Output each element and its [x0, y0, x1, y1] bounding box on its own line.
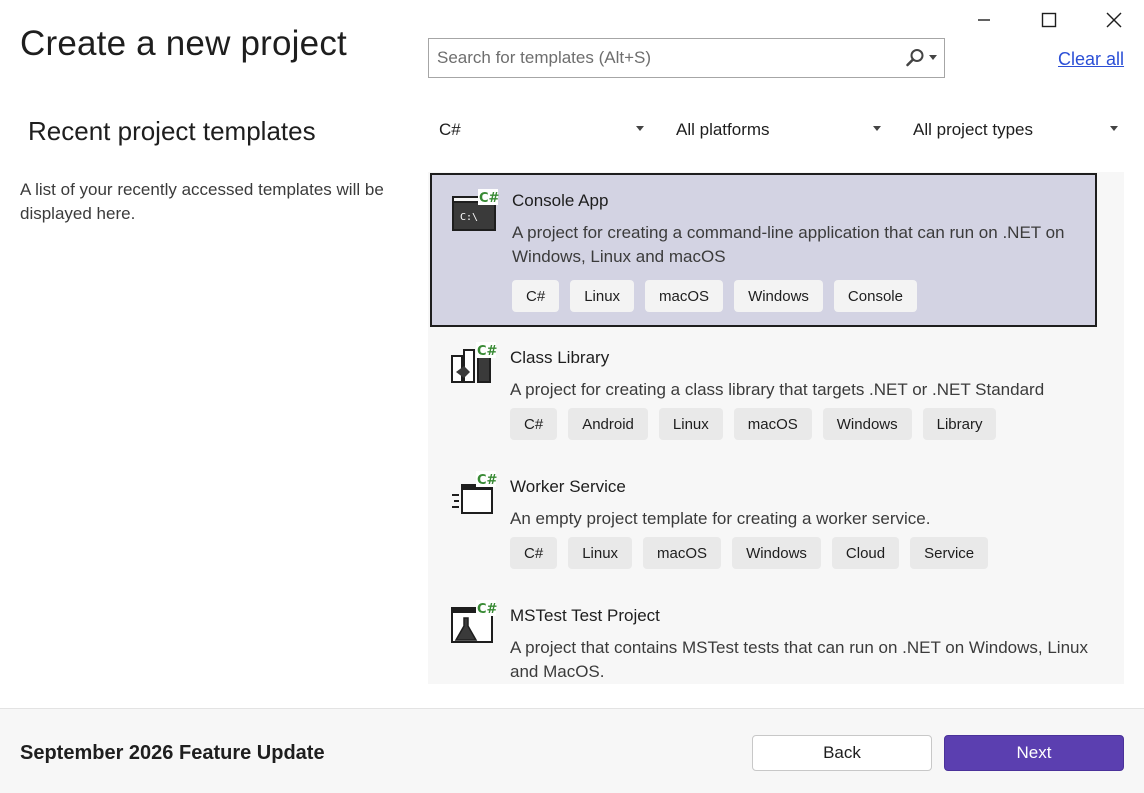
recent-templates-heading: Recent project templates [28, 116, 316, 146]
chevron-down-icon [873, 126, 881, 131]
template-title: Class Library [510, 348, 610, 367]
language-filter[interactable]: C# [439, 116, 644, 144]
template-tags: C# Linux macOS Windows Cloud Service [510, 537, 989, 569]
template-title: Worker Service [510, 477, 626, 496]
close-icon [1106, 12, 1122, 28]
tag: Linux [568, 537, 633, 569]
tag: Library [922, 408, 997, 440]
mstest-icon: C# [451, 600, 498, 643]
template-list[interactable]: C:\ C# Console App A project for creatin… [428, 172, 1124, 684]
next-button[interactable]: Next [944, 735, 1124, 771]
recent-templates-description: A list of your recently accessed templat… [20, 180, 384, 223]
tag: Service [910, 537, 989, 569]
project-type-filter-value: All project types [913, 120, 1033, 139]
worker-service-icon: C# [452, 471, 498, 514]
maximize-button[interactable] [1027, 4, 1071, 36]
feature-update-label: September 2026 Feature Update [20, 742, 325, 764]
console-app-icon: C:\ C# [452, 189, 500, 231]
svg-text:C#: C# [479, 191, 500, 206]
tag: Windows [732, 537, 821, 569]
template-description: An empty project template for creating a… [510, 509, 931, 528]
tag: C# [510, 537, 558, 569]
language-filter-value: C# [439, 120, 461, 139]
page-title: Create a new project [20, 24, 347, 63]
svg-text:C#: C# [477, 344, 498, 359]
template-tags: C# Android Linux macOS Windows Library [510, 408, 997, 440]
tag: macOS [643, 537, 722, 569]
template-item-console-app[interactable]: C:\ C# Console App A project for creatin… [430, 173, 1097, 327]
chevron-down-icon [636, 126, 644, 131]
maximize-icon [1041, 12, 1057, 28]
tag: Console [833, 280, 917, 312]
close-button[interactable] [1092, 4, 1136, 36]
minimize-icon [978, 19, 990, 21]
svg-text:C#: C# [477, 473, 498, 488]
tag: C# [512, 280, 560, 312]
template-title: Console App [512, 191, 609, 210]
chevron-down-icon [1110, 126, 1118, 131]
tag: Cloud [831, 537, 900, 569]
tag: C# [510, 408, 558, 440]
tag: Android [568, 408, 648, 440]
chevron-down-icon [929, 55, 937, 60]
svg-text:C:\: C:\ [460, 212, 478, 223]
tag: Windows [734, 280, 823, 312]
clear-all-link[interactable]: Clear all [1058, 49, 1124, 70]
template-item-class-library[interactable]: C# Class Library A project for creating … [428, 332, 1098, 457]
minimize-button[interactable] [962, 4, 1006, 36]
template-item-mstest[interactable]: C# MSTest Test Project A project that co… [428, 590, 1098, 684]
footer: September 2026 Feature Update Back Next [0, 708, 1144, 793]
tag: Windows [822, 408, 912, 440]
template-description: A project that contains MSTest tests tha… [510, 638, 1088, 681]
search-box[interactable] [428, 38, 945, 78]
tag: macOS [645, 280, 724, 312]
search-input[interactable] [429, 39, 898, 77]
tag: Linux [658, 408, 723, 440]
search-options-button[interactable] [898, 39, 944, 77]
template-tags: C# Linux macOS Windows Console [512, 280, 917, 312]
back-button[interactable]: Back [752, 735, 932, 771]
project-type-filter[interactable]: All project types [913, 116, 1118, 144]
template-description: A project for creating a command-line ap… [512, 223, 1065, 266]
platform-filter-value: All platforms [676, 120, 770, 139]
tag: Linux [570, 280, 635, 312]
class-library-icon: C# [451, 342, 498, 383]
svg-text:C#: C# [477, 602, 498, 617]
template-item-worker-service[interactable]: C# Worker Service An empty project templ… [428, 461, 1098, 586]
template-description: A project for creating a class library t… [510, 380, 1045, 399]
search-icon [906, 49, 924, 67]
platform-filter[interactable]: All platforms [676, 116, 881, 144]
template-title: MSTest Test Project [510, 606, 660, 625]
tag: macOS [733, 408, 812, 440]
